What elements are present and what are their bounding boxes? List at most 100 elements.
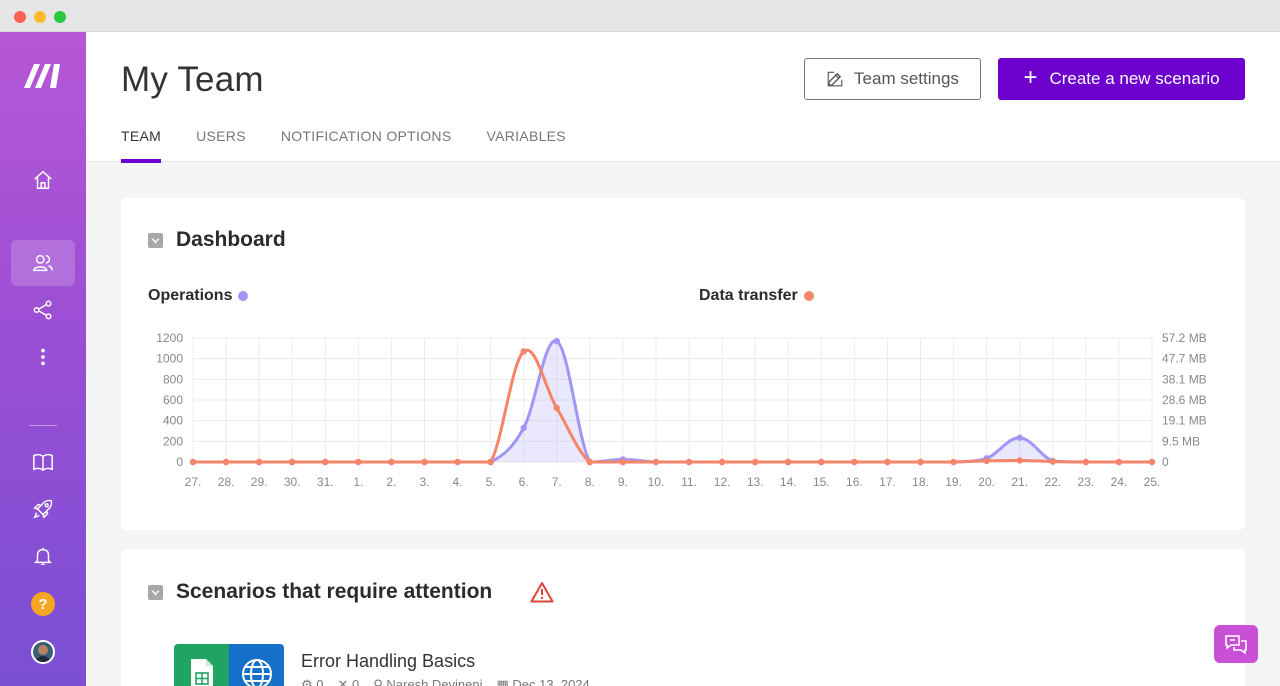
data-transfer-point <box>652 458 660 466</box>
legend-operations-swatch <box>238 291 249 301</box>
x-tick-label: 8. <box>585 475 595 489</box>
y-left-tick-label: 800 <box>163 372 183 386</box>
data-transfer-point <box>950 458 957 466</box>
data-transfer-point <box>718 458 726 466</box>
chat-support-button[interactable] <box>1214 625 1258 663</box>
more-icon <box>41 348 45 366</box>
book-icon <box>33 453 53 472</box>
scenario-ops-count: ⚙ 0 <box>301 677 324 686</box>
x-tick-label: 27. <box>185 475 202 489</box>
create-scenario-label: Create a new scenario <box>1049 69 1220 88</box>
data-transfer-point <box>586 458 594 466</box>
bell-icon <box>33 547 53 565</box>
x-tick-label: 12. <box>714 475 731 489</box>
x-tick-label: 13. <box>747 475 764 489</box>
http-globe-icon <box>229 644 284 686</box>
sidebar-item-more[interactable] <box>11 334 75 380</box>
chevron-down-icon <box>151 590 160 596</box>
x-tick-label: 4. <box>453 475 463 489</box>
attention-collapse-toggle[interactable] <box>148 585 163 600</box>
scenario-app-icons[interactable] <box>174 644 284 686</box>
y-right-tick-label: 57.2 MB <box>1162 331 1207 345</box>
team-settings-label: Team settings <box>854 69 959 88</box>
window-minimize-button[interactable] <box>34 11 46 23</box>
scenario-name[interactable]: Error Handling Basics <box>301 651 475 672</box>
warning-icon <box>530 582 554 603</box>
data-transfer-point <box>818 458 825 466</box>
dashboard-title: Dashboard <box>176 228 286 251</box>
sidebar-item-team[interactable] <box>11 240 75 286</box>
rocket-icon <box>33 499 53 519</box>
x-tick-label: 28. <box>218 475 235 489</box>
attention-title: Scenarios that require attention <box>176 580 493 603</box>
data-transfer-point <box>454 458 461 466</box>
sidebar: ? <box>0 32 86 686</box>
edit-icon <box>827 71 843 87</box>
sidebar-item-docs[interactable] <box>11 439 75 485</box>
x-tick-label: 22. <box>1044 475 1061 489</box>
x-tick-label: 20. <box>978 475 995 489</box>
tab-notification-options[interactable]: NOTIFICATION OPTIONS <box>281 128 452 162</box>
data-transfer-point <box>222 458 230 466</box>
data-transfer-point <box>255 458 263 466</box>
x-tick-label: 24. <box>1111 475 1128 489</box>
operations-point <box>553 337 560 345</box>
x-tick-label: 15. <box>813 475 830 489</box>
y-left-tick-label: 600 <box>163 393 183 407</box>
sidebar-item-home[interactable] <box>11 157 75 203</box>
legend-data-transfer: Data transfer <box>699 287 814 305</box>
x-tick-label: 5. <box>486 475 496 489</box>
y-right-tick-label: 9.5 MB <box>1162 434 1200 448</box>
data-transfer-point <box>553 404 560 412</box>
sidebar-item-share[interactable] <box>11 287 75 333</box>
tab-team[interactable]: TEAM <box>121 128 162 163</box>
data-transfer-point <box>785 458 792 466</box>
window-close-button[interactable] <box>14 11 26 23</box>
team-icon <box>33 254 53 272</box>
tab-users[interactable]: USERS <box>196 128 246 162</box>
data-transfer-point <box>487 458 494 466</box>
x-tick-label: 2. <box>386 475 396 489</box>
legend-operations-label: Operations <box>148 287 233 304</box>
data-transfer-point <box>355 458 362 466</box>
x-tick-label: 30. <box>284 475 301 489</box>
scenario-date-value: Dec 13, 2024 <box>512 677 590 686</box>
share-icon <box>33 300 52 320</box>
y-right-tick-label: 19.1 MB <box>1162 414 1207 428</box>
y-left-tick-label: 0 <box>176 455 183 469</box>
plus-icon: + <box>1023 64 1038 91</box>
data-transfer-point <box>289 458 296 466</box>
x-tick-label: 10. <box>648 475 665 489</box>
window-maximize-button[interactable] <box>54 11 66 23</box>
x-tick-label: 6. <box>519 475 529 489</box>
x-tick-label: 3. <box>419 475 429 489</box>
team-settings-button[interactable]: Team settings <box>804 58 981 100</box>
y-right-tick-label: 47.7 MB <box>1162 352 1207 366</box>
data-transfer-point <box>1049 458 1056 465</box>
google-sheets-icon <box>174 644 229 686</box>
data-transfer-point <box>1082 458 1090 466</box>
sidebar-divider <box>29 425 57 426</box>
sidebar-item-launch[interactable] <box>11 486 75 532</box>
y-right-tick-label: 28.6 MB <box>1162 393 1207 407</box>
sidebar-item-help[interactable]: ? <box>11 581 75 627</box>
x-tick-label: 9. <box>618 475 628 489</box>
y-left-tick-label: 1200 <box>156 331 183 345</box>
window-titlebar <box>0 0 1280 32</box>
sidebar-item-profile[interactable] <box>11 629 75 675</box>
data-transfer-point <box>851 458 858 466</box>
data-transfer-point <box>1115 458 1123 466</box>
create-scenario-button[interactable]: + Create a new scenario <box>998 58 1245 100</box>
scenario-date: ▦ Dec 13, 2024 <box>497 677 590 686</box>
data-transfer-point <box>1148 458 1156 466</box>
data-transfer-point <box>917 458 924 466</box>
x-tick-label: 29. <box>251 475 268 489</box>
page-title: My Team <box>121 60 264 99</box>
data-transfer-point <box>685 458 693 466</box>
data-transfer-point <box>1016 457 1023 464</box>
dashboard-collapse-toggle[interactable] <box>148 233 163 248</box>
page-header: My Team Team settings + Create a new sce… <box>86 32 1280 163</box>
sidebar-item-notifications[interactable] <box>11 533 75 579</box>
tab-variables[interactable]: VARIABLES <box>486 128 565 162</box>
make-logo-icon[interactable] <box>22 58 64 92</box>
